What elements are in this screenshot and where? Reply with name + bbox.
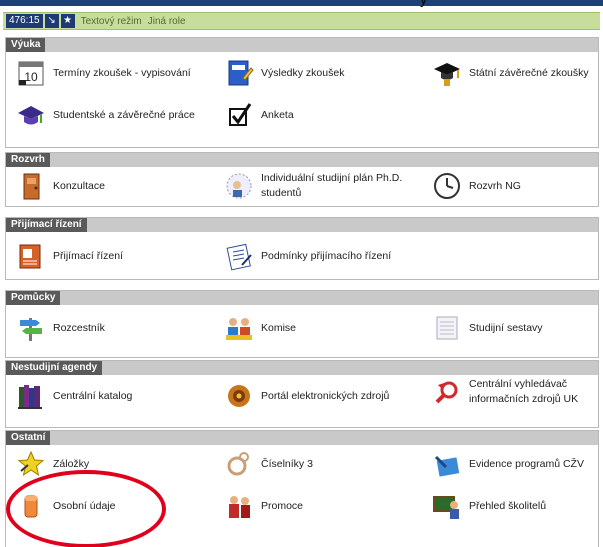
calendar-icon: 10 [16, 58, 46, 88]
topbar-partial-text: y [420, 0, 427, 7]
menu-item-label: Evidence programů CŽV [469, 457, 584, 470]
search-magnifier-icon [432, 377, 462, 407]
menu-item-state-exams[interactable]: Státní závěrečné zkoušky [432, 58, 589, 88]
menu-item-signpost[interactable]: Rozcestník [16, 313, 105, 343]
section-title: Přijímací řízení [6, 218, 87, 232]
signpost-icon [16, 313, 46, 343]
menu-item-label: Promoce [261, 499, 304, 512]
menu-item-supervisors[interactable]: Přehled školitelů [432, 491, 546, 521]
menu-item-committees[interactable]: Komise [224, 313, 296, 343]
section-vyuka: Výuka 10 Termíny zkoušek - vypisování Vý… [5, 37, 599, 148]
menu-item-label: Rozvrh NG [469, 179, 521, 192]
menu-item-label: Individuální studijní plán Ph.D. student… [261, 172, 403, 199]
section-title: Rozvrh [6, 153, 50, 167]
menu-item-consultations[interactable]: Konzultace [16, 171, 105, 201]
menu-item-label: Osobní údaje [53, 499, 116, 512]
section-title: Ostatní [6, 431, 51, 445]
pen-paper-icon [432, 449, 462, 479]
section-tools: Pomůcky Rozcestník Komise Studijní sesta… [5, 290, 599, 358]
people-group-icon [224, 313, 254, 343]
personal-card-icon [16, 491, 46, 521]
menu-item-e-resources-portal[interactable]: Portál elektronických zdrojů [224, 381, 389, 411]
numbers-icon [224, 449, 254, 479]
menu-item-label: Anketa [261, 108, 294, 121]
section-title: Pomůcky [6, 291, 61, 305]
document-pen-icon [224, 241, 254, 271]
door-icon [16, 171, 46, 201]
menu-item-label: Státní závěrečné zkoušky [469, 66, 589, 79]
menu-item-code-lists[interactable]: Číselníky 3 [224, 449, 313, 479]
menu-item-label: Rozcestník [53, 321, 105, 334]
menu-item-study-reports[interactable]: Studijní sestavy [432, 313, 543, 343]
menu-item-label: Termíny zkoušek - vypisování [53, 66, 191, 79]
menu-item-label: Centrální katalog [53, 389, 133, 402]
menu-item-survey[interactable]: Anketa [224, 100, 294, 130]
other-role-link[interactable]: Jiná role [148, 16, 186, 27]
clock-icon [432, 171, 462, 201]
menu-item-personal-data[interactable]: Osobní údaje [16, 491, 115, 521]
menu-item-label: Přehled školitelů [469, 499, 547, 512]
menu-item-admission[interactable]: Přijímací řízení [16, 241, 123, 271]
menu-item-label: Výsledky zkoušek [261, 66, 345, 79]
graduation-cap-icon [432, 58, 462, 88]
svg-text:10: 10 [24, 70, 38, 84]
person-plan-icon [224, 171, 254, 201]
section-header: Výuka [6, 38, 598, 52]
star-bookmark-icon [16, 449, 46, 479]
notebook-icon [224, 58, 254, 88]
section-header: Ostatní [6, 431, 598, 445]
top-navigation-bar: y [0, 0, 603, 7]
section-title: Výuka [6, 38, 46, 52]
minimize-arrow-icon[interactable]: ↘ [44, 14, 59, 28]
section-other: Ostatní Záložky Číselníky 3 Evidence pro… [5, 430, 599, 547]
purple-graduation-cap-icon [16, 100, 46, 130]
menu-item-individual-study-plan[interactable]: Individuální studijní plán Ph.D. student… [224, 171, 411, 201]
section-title: Nestudijní agendy [6, 361, 103, 375]
menu-item-schedule-ng[interactable]: Rozvrh NG [432, 171, 521, 201]
menu-item-admission-conditions[interactable]: Podmínky přijímacího řízení [224, 241, 391, 271]
teacher-board-icon [432, 491, 462, 521]
text-mode-link[interactable]: Textový režim [81, 16, 142, 27]
status-bar: 476:15 ↘ ★ Textový režim Jiná role [3, 12, 600, 30]
section-rozvrh: Rozvrh Konzultace Individuální studijní … [5, 152, 599, 207]
menu-item-label: Komise [261, 321, 297, 334]
section-non-study: Nestudijní agendy Centrální katalog Port… [5, 360, 599, 428]
section-header: Přijímací řízení [6, 218, 598, 232]
menu-item-bookmarks[interactable]: Záložky [16, 449, 89, 479]
menu-item-graduation[interactable]: Promoce [224, 491, 303, 521]
menu-item-label: Portál elektronických zdrojů [261, 389, 390, 402]
menu-item-student-theses[interactable]: Studentské a závěrečné práce [16, 100, 195, 130]
menu-item-exam-results[interactable]: Výsledky zkoušek [224, 58, 344, 88]
menu-item-label: Podmínky přijímacího řízení [261, 249, 392, 262]
menu-item-label: Centrální vyhledávač informačních zdrojů… [469, 378, 579, 405]
menu-item-label: Studentské a závěrečné práce [53, 108, 195, 121]
menu-item-label: Záložky [53, 457, 90, 470]
form-icon [16, 241, 46, 271]
books-icon [16, 381, 46, 411]
session-counter: 476:15 [6, 14, 43, 28]
menu-item-label: Přijímací řízení [53, 249, 124, 262]
menu-item-central-search[interactable]: Centrální vyhledávač informačních zdrojů… [432, 377, 598, 407]
portal-globe-icon [224, 381, 254, 411]
menu-item-label: Číselníky 3 [261, 457, 313, 470]
section-header: Pomůcky [6, 291, 598, 305]
ceremony-people-icon [224, 491, 254, 521]
section-header: Nestudijní agendy [6, 361, 598, 375]
section-admission: Přijímací řízení Přijímací řízení Podmín… [5, 217, 599, 280]
report-sheet-icon [432, 313, 462, 343]
menu-item-label: Studijní sestavy [469, 321, 543, 334]
section-header: Rozvrh [6, 153, 598, 167]
menu-item-central-catalog[interactable]: Centrální katalog [16, 381, 132, 411]
checkbox-icon [224, 100, 254, 130]
menu-item-label: Konzultace [53, 179, 105, 192]
menu-item-lifelong-programs[interactable]: Evidence programů CŽV [432, 449, 584, 479]
star-icon[interactable]: ★ [60, 14, 75, 28]
menu-item-exam-dates[interactable]: 10 Termíny zkoušek - vypisování [16, 58, 191, 88]
